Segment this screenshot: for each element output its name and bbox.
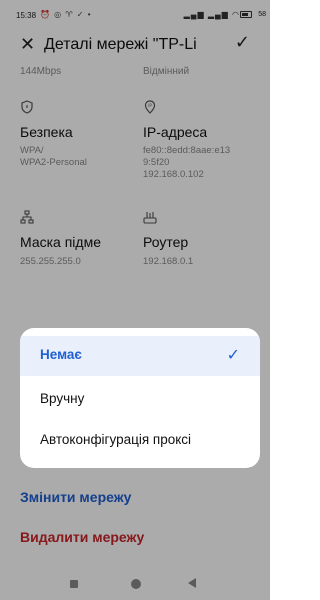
proxy-option-label: Вручну <box>40 391 85 406</box>
proxy-option-none[interactable]: Немає ✓ <box>20 336 260 376</box>
dim-overlay[interactable] <box>0 0 270 600</box>
proxy-option-manual[interactable]: Вручну <box>20 380 260 420</box>
proxy-option-auto-config[interactable]: Автоконфігурація проксі <box>20 421 260 461</box>
check-icon: ✓ <box>226 347 240 364</box>
proxy-option-label: Немає <box>40 347 82 362</box>
proxy-option-label: Автоконфігурація проксі <box>40 432 192 447</box>
proxy-options-dialog: Немає ✓ Вручну Автоконфігурація проксі <box>20 328 260 468</box>
